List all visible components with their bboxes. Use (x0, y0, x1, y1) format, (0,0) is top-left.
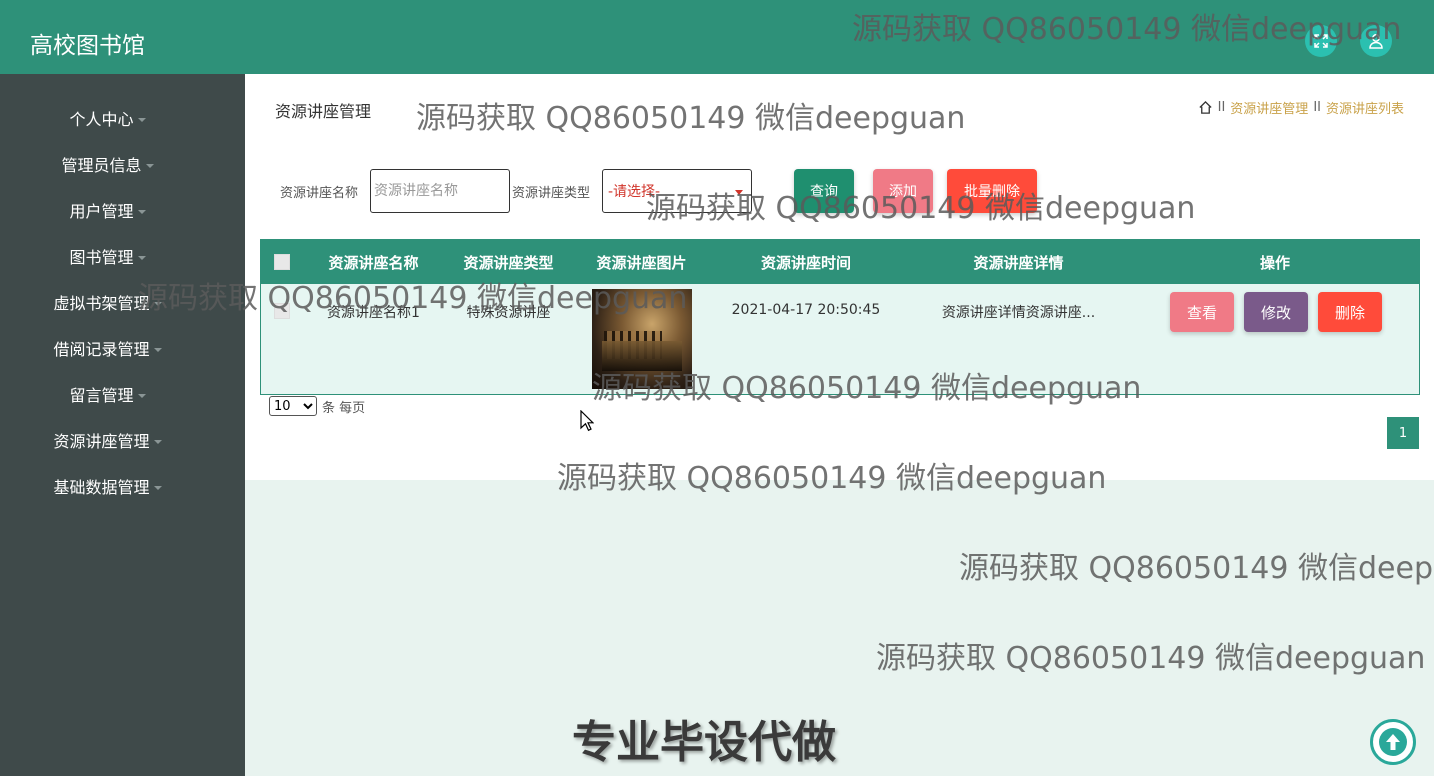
lecture-table: 资源讲座名称 资源讲座类型 资源讲座图片 资源讲座时间 资源讲座详情 操作 资源… (260, 239, 1420, 395)
column-header: 资源讲座详情 (973, 254, 1064, 272)
page-button-1[interactable]: 1 (1387, 417, 1419, 449)
breadcrumb-item-lecture-management[interactable]: 资源讲座管理 (1230, 98, 1308, 117)
column-header: 操作 (1259, 254, 1290, 272)
sidebar-item-label: 虚拟书架管理 (53, 294, 150, 313)
sidebar-item-basic-data[interactable]: 基础数据管理 (0, 463, 245, 509)
lecture-name-label: 资源讲座名称 (280, 186, 359, 201)
sidebar-item-label: 基础数据管理 (53, 478, 150, 497)
sidebar-item-label: 资源讲座管理 (53, 432, 150, 451)
sidebar-item-label: 管理员信息 (61, 156, 142, 175)
sidebar-item-label: 留言管理 (69, 386, 134, 405)
sidebar-item-virtual-shelf[interactable]: 虚拟书架管理 (0, 279, 245, 325)
breadcrumb-separator: II (1217, 100, 1226, 115)
lecture-name-cell: 资源讲座名称1 (327, 305, 420, 321)
sidebar-item-user-management[interactable]: 用户管理 (0, 187, 245, 233)
arrow-up-icon (1379, 728, 1407, 756)
lecture-detail-cell: 资源讲座详情资源讲座... (941, 305, 1096, 321)
back-to-top-button[interactable] (1370, 719, 1416, 765)
watermark-text: 源码获取 QQ86050149 微信deepguan (959, 551, 1434, 586)
add-button[interactable]: 添加 (873, 169, 933, 213)
delete-button[interactable]: 删除 (1318, 292, 1382, 332)
column-header: 资源讲座图片 (596, 254, 687, 272)
view-button[interactable]: 查看 (1170, 292, 1234, 332)
sidebar-item-borrow-records[interactable]: 借阅记录管理 (0, 325, 245, 371)
caret-down-icon (137, 210, 146, 214)
row-checkbox[interactable] (274, 303, 290, 319)
page-title: 资源讲座管理 (275, 102, 372, 121)
per-page-label: 条 每页 (322, 401, 366, 416)
lecture-type-selected: -请选择- (608, 184, 661, 200)
table-header: 资源讲座名称 资源讲座类型 资源讲座图片 资源讲座时间 资源讲座详情 操作 (261, 240, 1419, 284)
column-header: 资源讲座类型 (463, 254, 554, 272)
lecture-image (592, 289, 692, 389)
sidebar-item-admin-info[interactable]: 管理员信息 (0, 141, 245, 187)
sidebar-item-label: 用户管理 (69, 202, 134, 221)
mouse-cursor-icon (580, 410, 594, 432)
top-bar: 高校图书馆 (0, 0, 1434, 74)
slogan-text: 专业毕设代做 (572, 717, 836, 768)
sidebar: 个人中心 管理员信息 用户管理 图书管理 虚拟书架管理 借阅记录管理 留言管理 … (0, 74, 245, 776)
sidebar-item-book-management[interactable]: 图书管理 (0, 233, 245, 279)
caret-down-icon (153, 440, 162, 444)
lecture-type-label: 资源讲座类型 (512, 186, 591, 201)
app-brand: 高校图书馆 (30, 33, 145, 59)
caret-down-icon (153, 486, 162, 490)
column-header: 资源讲座时间 (760, 254, 851, 272)
sidebar-item-messages[interactable]: 留言管理 (0, 371, 245, 417)
lecture-type-select[interactable]: -请选择- (602, 169, 752, 213)
batch-delete-button[interactable]: 批量删除 (947, 169, 1037, 213)
caret-down-icon (137, 394, 146, 398)
select-all-checkbox[interactable] (274, 254, 290, 270)
chevron-down-icon (735, 190, 743, 195)
edit-button[interactable]: 修改 (1244, 292, 1308, 332)
lecture-name-input[interactable] (370, 169, 510, 213)
sidebar-item-personal-center[interactable]: 个人中心 (0, 95, 245, 141)
fullscreen-icon[interactable] (1305, 25, 1337, 57)
image-detail (602, 341, 682, 371)
home-icon[interactable] (1198, 100, 1213, 115)
watermark-text: 源码获取 QQ86050149 微信deepguan (876, 641, 1426, 676)
breadcrumb-item-lecture-list[interactable]: 资源讲座列表 (1326, 98, 1404, 117)
main-panel: 资源讲座管理 II 资源讲座管理 II 资源讲座列表 资源讲座名称 资源讲座类型… (245, 74, 1434, 480)
sidebar-item-label: 个人中心 (69, 110, 134, 129)
page-size-select[interactable]: 10 20 50 (269, 396, 317, 416)
caret-down-icon (137, 256, 146, 260)
caret-down-icon (145, 164, 154, 168)
caret-down-icon (137, 118, 146, 122)
sidebar-item-lecture-management[interactable]: 资源讲座管理 (0, 417, 245, 463)
caret-down-icon (153, 348, 162, 352)
breadcrumb: II 资源讲座管理 II 资源讲座列表 (1198, 98, 1404, 117)
user-icon[interactable] (1360, 25, 1392, 57)
caret-down-icon (153, 302, 162, 306)
query-button[interactable]: 查询 (794, 169, 854, 213)
column-header: 资源讲座名称 (328, 254, 419, 272)
breadcrumb-separator: II (1313, 100, 1321, 115)
sidebar-item-label: 借阅记录管理 (53, 340, 150, 359)
lecture-type-cell: 特殊资源讲座 (466, 305, 551, 321)
lecture-time-cell: 2021-04-17 20:50:45 (731, 302, 881, 318)
sidebar-item-label: 图书管理 (69, 248, 134, 267)
